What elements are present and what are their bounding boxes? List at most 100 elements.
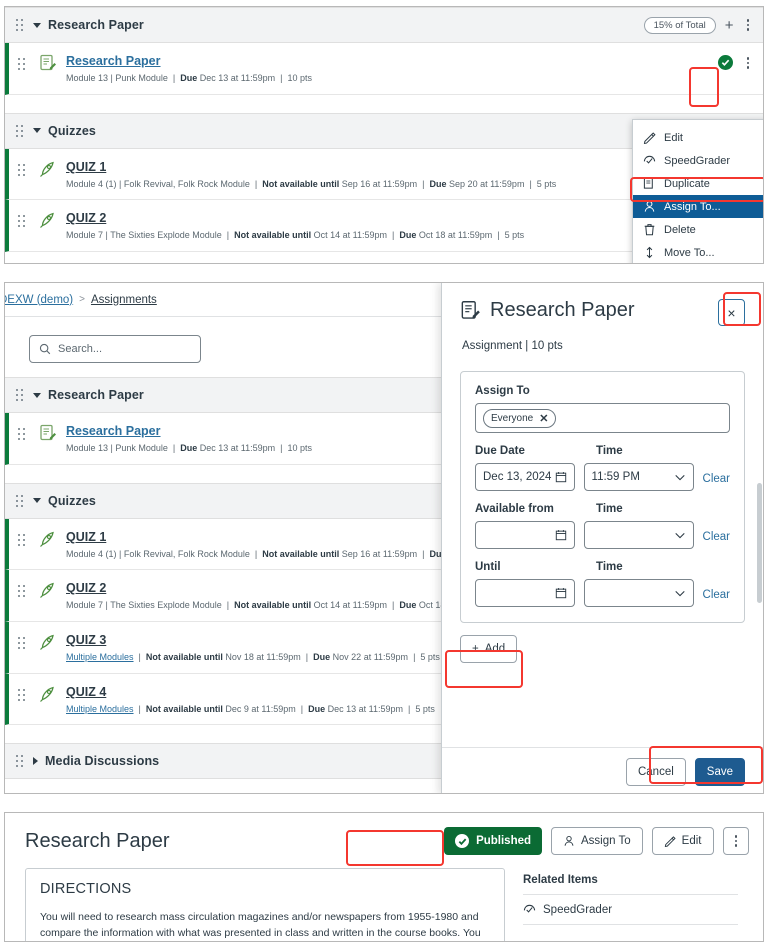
- menu-item-label: SpeedGrader: [664, 154, 731, 167]
- related-item-speedgrader[interactable]: SpeedGrader: [523, 895, 738, 925]
- chevron-down-icon[interactable]: [33, 498, 41, 504]
- group-kebab-icon[interactable]: [743, 16, 754, 34]
- assignment-icon: [461, 301, 480, 319]
- user-icon: [644, 201, 655, 212]
- menu-item-assign-to[interactable]: Assign To...: [633, 195, 763, 218]
- calendar-icon[interactable]: [555, 471, 567, 483]
- save-button[interactable]: Save: [694, 757, 745, 786]
- assignment-row[interactable]: Research Paper Module 13 | Punk Module |…: [5, 43, 763, 95]
- chevron-down-icon[interactable]: [674, 531, 686, 540]
- drag-handle-icon[interactable]: [15, 18, 25, 32]
- until-time-label: Time: [596, 561, 623, 573]
- assignment-title-link[interactable]: QUIZ 3: [66, 633, 106, 649]
- meta-points: 5 pts: [415, 703, 435, 714]
- clear-until-link[interactable]: Clear: [703, 589, 730, 607]
- assignment-title-link[interactable]: Research Paper: [66, 424, 161, 440]
- meta-avail-label: Not available until: [145, 703, 223, 714]
- clear-due-date-link[interactable]: Clear: [703, 473, 730, 491]
- assignment-title-link[interactable]: QUIZ 1: [66, 160, 106, 176]
- drag-handle-icon[interactable]: [15, 754, 25, 768]
- drag-handle-icon[interactable]: [17, 57, 27, 71]
- add-button[interactable]: + Add: [460, 635, 518, 663]
- chevron-down-icon[interactable]: [674, 589, 686, 598]
- assignment-title-link[interactable]: QUIZ 2: [66, 581, 106, 597]
- menu-item-move-to[interactable]: Move To...: [633, 241, 763, 263]
- due-date-input[interactable]: Dec 13, 2024: [475, 463, 575, 491]
- search-placeholder: Search...: [58, 343, 103, 355]
- published-status-badge[interactable]: Published: [444, 827, 543, 855]
- clear-available-from-link[interactable]: Clear: [703, 531, 730, 549]
- assignment-title-link[interactable]: Research Paper: [66, 54, 161, 70]
- drag-handle-icon[interactable]: [15, 388, 25, 402]
- meta-module-link[interactable]: Multiple Modules: [66, 704, 134, 714]
- tray-scrollbar[interactable]: [757, 483, 762, 603]
- assign-to-card: Assign To Everyone ✕ Due Date Time Dec 1…: [460, 371, 745, 623]
- assign-to-select[interactable]: Everyone ✕: [475, 403, 730, 433]
- assignment-group-header-research-paper[interactable]: Research Paper 15% of Total +: [5, 7, 763, 43]
- meta-avail-value: Oct 14 at 11:59pm: [313, 230, 388, 241]
- assignment-title-link[interactable]: QUIZ 1: [66, 530, 106, 546]
- plus-icon: +: [472, 643, 479, 655]
- related-items-heading: Related Items: [523, 874, 598, 886]
- edit-button-label: Edit: [681, 835, 702, 847]
- group-title: Research Paper: [48, 18, 144, 32]
- meta-points: 10 pts: [287, 73, 313, 83]
- cancel-button[interactable]: Cancel: [625, 757, 686, 786]
- assignment-show-panel: Research Paper Published Assign To Edit: [4, 812, 764, 942]
- panel-top-spacer: [5, 94, 763, 113]
- assignment-kebab-icon[interactable]: [743, 54, 754, 72]
- group-title: Quizzes: [48, 123, 96, 138]
- meta-module-link[interactable]: Multiple Modules: [66, 652, 134, 662]
- quiz-icon: [39, 633, 57, 651]
- quiz-icon: [39, 685, 57, 703]
- close-icon[interactable]: ×: [718, 299, 745, 326]
- until-label: Until: [475, 561, 501, 573]
- more-options-button[interactable]: [722, 827, 749, 855]
- chevron-down-icon[interactable]: [674, 473, 686, 482]
- assignment-title-link[interactable]: QUIZ 4: [66, 685, 106, 701]
- until-input[interactable]: [475, 579, 575, 607]
- drag-handle-icon[interactable]: [17, 533, 27, 547]
- tray-subtitle: Assignment | 10 pts: [462, 340, 563, 352]
- assign-to-button[interactable]: Assign To: [551, 827, 643, 855]
- chevron-down-icon[interactable]: [33, 22, 41, 28]
- meta-due-label: Due: [399, 600, 417, 611]
- breadcrumb-current[interactable]: Assignments: [91, 294, 157, 306]
- chevron-down-icon[interactable]: [33, 128, 41, 134]
- add-assignment-icon[interactable]: +: [725, 18, 734, 33]
- menu-item-speedgrader[interactable]: SpeedGrader: [633, 149, 763, 172]
- tray-header: Research Paper ×: [460, 299, 745, 326]
- menu-item-duplicate[interactable]: Duplicate: [633, 172, 763, 195]
- calendar-icon[interactable]: [555, 587, 567, 599]
- menu-item-edit[interactable]: Edit: [633, 126, 763, 149]
- available-from-input[interactable]: [475, 521, 575, 549]
- drag-handle-icon[interactable]: [17, 584, 27, 598]
- drag-handle-icon[interactable]: [17, 214, 27, 228]
- published-icon[interactable]: [717, 55, 733, 71]
- meta-due-label: Due: [180, 73, 198, 83]
- assignment-title-link[interactable]: QUIZ 2: [66, 211, 106, 227]
- group-title: Quizzes: [48, 493, 96, 508]
- chevron-right-icon[interactable]: [33, 757, 38, 766]
- drag-handle-icon[interactable]: [17, 427, 27, 441]
- drag-handle-icon[interactable]: [15, 124, 25, 138]
- edit-button[interactable]: Edit: [651, 827, 714, 855]
- search-input[interactable]: Search...: [29, 335, 201, 363]
- menu-item-delete[interactable]: Delete: [633, 218, 763, 241]
- drag-handle-icon[interactable]: [15, 494, 25, 508]
- drag-handle-icon[interactable]: [17, 636, 27, 650]
- due-time-input[interactable]: 11:59 PM: [583, 463, 694, 491]
- tray-footer: Cancel Save: [442, 747, 763, 793]
- available-from-time-input[interactable]: [583, 521, 694, 549]
- until-time-input[interactable]: [583, 579, 694, 607]
- breadcrumb-course-link[interactable]: DEXW (demo): [5, 294, 73, 306]
- drag-handle-icon[interactable]: [17, 688, 27, 702]
- calendar-icon[interactable]: [555, 529, 567, 541]
- remove-token-icon[interactable]: ✕: [539, 412, 548, 425]
- assignments-index-panel-mid: DEXW (demo) > Assignments Search... Rese…: [4, 282, 764, 794]
- quiz-icon: [39, 211, 57, 229]
- drag-handle-icon[interactable]: [17, 163, 27, 177]
- chevron-down-icon[interactable]: [33, 392, 41, 398]
- assignee-token[interactable]: Everyone ✕: [483, 408, 557, 428]
- meta-module: Module 13 | Punk Module: [66, 73, 168, 83]
